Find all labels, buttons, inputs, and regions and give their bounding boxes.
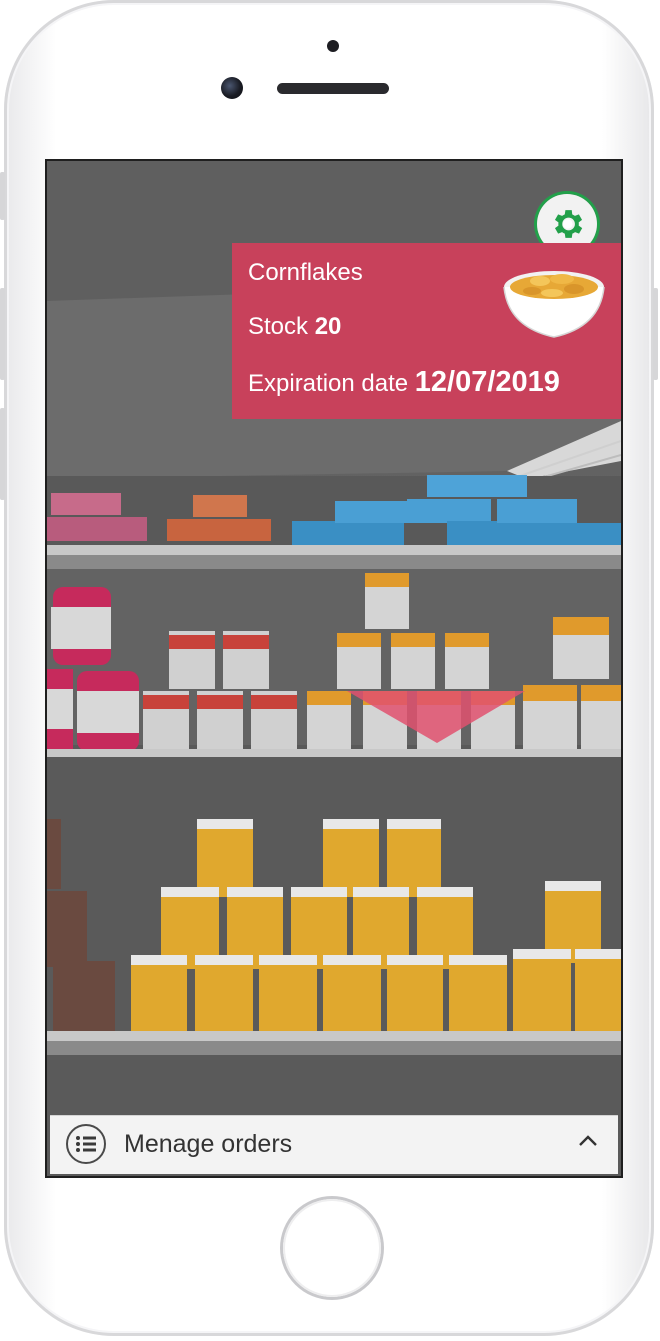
stock-row: Stock 20 [248,313,341,341]
stock-label: Stock [248,313,309,340]
volume-up-button [0,288,5,380]
gear-icon [554,210,583,238]
stock-value: 20 [314,313,342,340]
chevron-up-icon[interactable] [578,1134,598,1148]
phone-frame: Cornflakes Stock 20 Expiration date 12/0… [0,0,658,1336]
manage-orders-bar[interactable]: Menage orders [50,1115,618,1174]
mute-switch [0,172,5,220]
manage-orders-label: Menage orders [124,1130,293,1158]
product-info-card: Cornflakes Stock 20 Expiration date 12/0… [232,243,621,419]
expiration-value: 12/07/2019 [414,366,560,398]
home-button[interactable] [283,1199,381,1297]
earpiece-speaker [277,83,389,94]
list-icon [66,1124,106,1164]
front-camera [221,77,243,99]
cereal-bowl-icon [503,271,605,338]
power-button [653,288,658,380]
app-screen: Cornflakes Stock 20 Expiration date 12/0… [47,161,621,1176]
proximity-sensor [327,40,339,52]
volume-down-button [0,408,5,500]
product-name: Cornflakes [248,259,363,286]
expiration-row: Expiration date 12/07/2019 [248,366,560,399]
expiration-label: Expiration date [248,370,409,397]
